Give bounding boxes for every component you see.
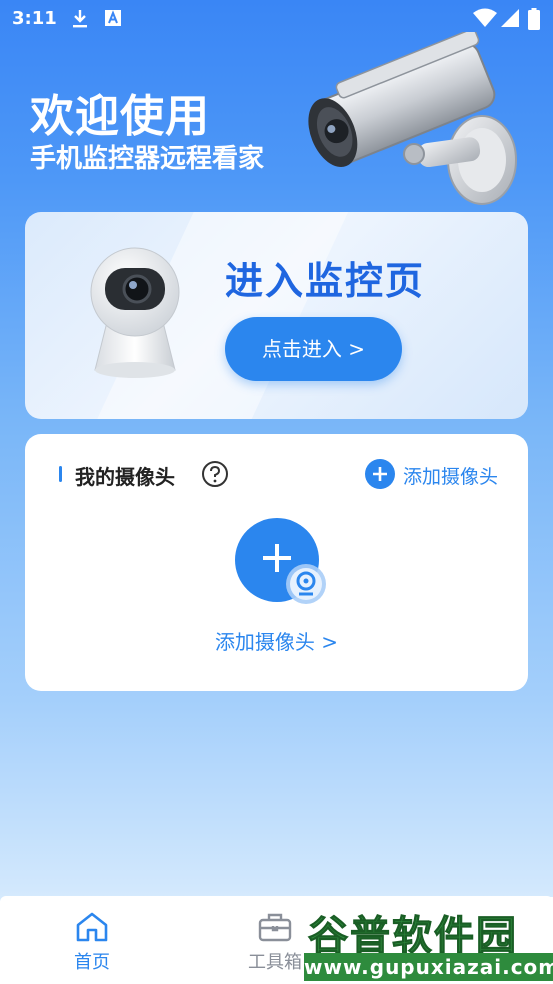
dome-camera-icon xyxy=(90,247,180,378)
help-icon[interactable] xyxy=(201,460,229,488)
enter-monitor-button[interactable]: 点击进入 > xyxy=(225,317,402,381)
add-camera-button[interactable]: 添加摄像头 > xyxy=(25,626,528,655)
section-indicator xyxy=(59,466,62,482)
monitor-entry-card[interactable]: 进入监控页 点击进入 > xyxy=(25,212,528,419)
home-icon xyxy=(76,912,108,942)
download-icon xyxy=(70,8,90,35)
nav-item-home[interactable]: 首页 xyxy=(52,910,132,974)
watermark-logo: 谷普软件园 www.gupuxiazai.com xyxy=(304,897,553,984)
my-cameras-card: 我的摄像头 添加摄像头 添加摄像头 > xyxy=(25,434,528,691)
my-cameras-title: 我的摄像头 xyxy=(75,465,175,489)
signal-icon xyxy=(500,8,520,33)
monitor-title: 进入监控页 xyxy=(225,259,426,303)
nav-item-toolbox[interactable]: 工具箱 xyxy=(235,910,315,974)
toolbox-icon xyxy=(258,913,292,942)
battery-icon xyxy=(528,8,540,35)
nav-label-home: 首页 xyxy=(74,952,110,973)
welcome-subtitle: 手机监控器远程看家 xyxy=(30,144,265,174)
add-icon xyxy=(365,459,395,489)
watermark-url: www.gupuxiazai.com xyxy=(304,953,553,981)
nav-label-toolbox: 工具箱 xyxy=(248,952,302,973)
welcome-title: 欢迎使用 xyxy=(30,91,210,142)
cctv-camera-icon xyxy=(308,32,517,205)
add-camera-icon[interactable] xyxy=(235,518,331,610)
font-icon xyxy=(104,8,122,33)
add-camera-label: 添加摄像头 xyxy=(403,466,499,488)
status-time: 3:11 xyxy=(12,8,57,29)
wifi-icon xyxy=(473,8,497,33)
